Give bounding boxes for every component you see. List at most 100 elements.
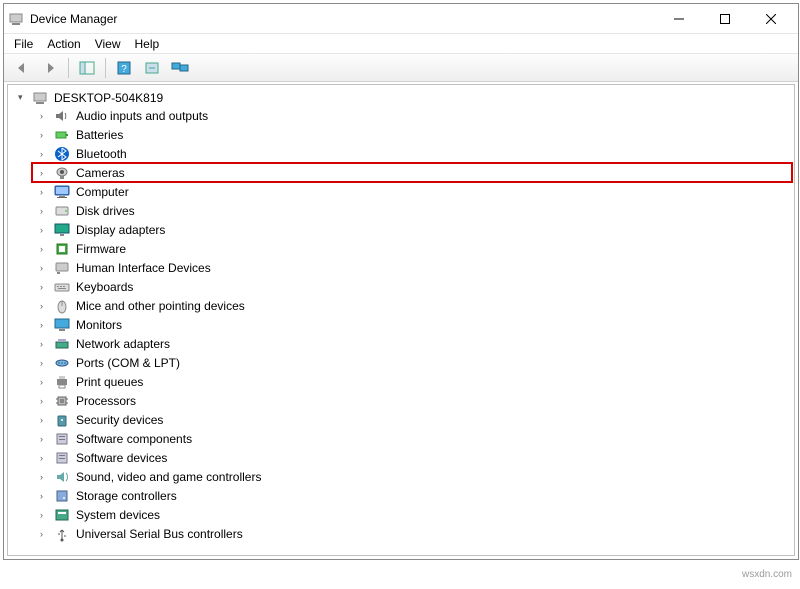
chevron-right-icon[interactable]: › xyxy=(40,168,50,178)
devices-monitor-button[interactable] xyxy=(168,57,192,79)
tree-item-printqueues[interactable]: › Print queues xyxy=(32,372,792,391)
chevron-right-icon[interactable]: › xyxy=(40,396,50,406)
tree-item-label: Processors xyxy=(74,394,136,408)
mouse-icon xyxy=(54,298,70,314)
menu-file[interactable]: File xyxy=(14,37,33,51)
chevron-right-icon[interactable]: › xyxy=(40,282,50,292)
tree-item-computer[interactable]: ›Computer xyxy=(32,182,792,201)
tree-item-sysdev[interactable]: › System devices xyxy=(32,505,792,524)
minimize-button[interactable] xyxy=(656,5,702,33)
back-button[interactable] xyxy=(10,57,34,79)
chevron-right-icon[interactable]: › xyxy=(40,491,50,501)
software-icon xyxy=(54,450,70,466)
chevron-right-icon[interactable]: › xyxy=(40,358,50,368)
chevron-right-icon[interactable]: › xyxy=(40,225,50,235)
app-icon xyxy=(8,11,24,27)
chevron-right-icon[interactable]: › xyxy=(40,415,50,425)
chevron-right-icon[interactable]: › xyxy=(40,377,50,387)
chevron-right-icon[interactable]: › xyxy=(40,301,50,311)
maximize-button[interactable] xyxy=(702,5,748,33)
tree-item-softdev[interactable]: › Software devices xyxy=(32,448,792,467)
tree-item-disk[interactable]: ›Disk drives xyxy=(32,201,792,220)
close-button[interactable] xyxy=(748,5,794,33)
tree-item-firmware[interactable]: ›Firmware xyxy=(32,239,792,258)
tree-item-ports[interactable]: › Ports (COM & LPT) xyxy=(32,353,792,372)
tree-item-label: Human Interface Devices xyxy=(74,261,211,275)
bluetooth-icon xyxy=(54,146,70,162)
tree-item-keyboards[interactable]: › Keyboards xyxy=(32,277,792,296)
tree-root: ▾ DESKTOP-504K819 ›Audio inputs and outp… xyxy=(10,89,792,543)
chevron-right-icon[interactable]: › xyxy=(40,510,50,520)
toolbar-separator xyxy=(105,58,106,78)
tree-item-display[interactable]: ›Display adapters xyxy=(32,220,792,239)
tree-item-label: System devices xyxy=(74,508,160,522)
chevron-right-icon[interactable]: › xyxy=(40,453,50,463)
tree-item-softcomp[interactable]: › Software components xyxy=(32,429,792,448)
titlebar: Device Manager xyxy=(4,4,798,34)
tree-item-bluetooth[interactable]: › Bluetooth xyxy=(32,144,792,163)
tree-item-usb[interactable]: › Universal Serial Bus controllers xyxy=(32,524,792,543)
scan-hardware-button[interactable] xyxy=(140,57,164,79)
chevron-right-icon[interactable]: › xyxy=(40,111,50,121)
menubar: File Action View Help xyxy=(4,34,798,54)
help-button[interactable]: ? xyxy=(112,57,136,79)
tree-root-row[interactable]: ▾ DESKTOP-504K819 xyxy=(18,89,792,106)
cpu-icon xyxy=(54,393,70,409)
tree-item-processors[interactable]: › Processors xyxy=(32,391,792,410)
computer-icon xyxy=(54,184,70,200)
tree-item-label: Security devices xyxy=(74,413,163,427)
chevron-right-icon[interactable]: › xyxy=(40,472,50,482)
chevron-right-icon[interactable]: › xyxy=(40,320,50,330)
tree-item-cameras[interactable]: ›Cameras xyxy=(32,163,792,182)
tree-item-label: Keyboards xyxy=(74,280,133,294)
chevron-right-icon[interactable]: › xyxy=(40,244,50,254)
camera-icon xyxy=(54,165,70,181)
chevron-right-icon[interactable]: › xyxy=(40,187,50,197)
tree-item-network[interactable]: ›Network adapters xyxy=(32,334,792,353)
battery-icon xyxy=(54,127,70,143)
toolbar: ? xyxy=(4,54,798,82)
sound-icon xyxy=(54,469,70,485)
menu-help[interactable]: Help xyxy=(135,37,160,51)
chevron-right-icon[interactable]: › xyxy=(40,529,50,539)
tree-item-label: Print queues xyxy=(74,375,143,389)
network-icon xyxy=(54,336,70,352)
tree-item-monitors[interactable]: › Monitors xyxy=(32,315,792,334)
device-tree-pane[interactable]: ▾ DESKTOP-504K819 ›Audio inputs and outp… xyxy=(7,84,795,556)
tree-item-label: Storage controllers xyxy=(74,489,177,503)
tree-item-audio[interactable]: ›Audio inputs and outputs xyxy=(32,106,792,125)
tree-item-storage[interactable]: › Storage controllers xyxy=(32,486,792,505)
chevron-right-icon[interactable]: › xyxy=(40,263,50,273)
tree-item-label: Monitors xyxy=(74,318,122,332)
chevron-right-icon[interactable]: › xyxy=(40,434,50,444)
tree-item-batteries[interactable]: › Batteries xyxy=(32,125,792,144)
chevron-right-icon[interactable]: › xyxy=(40,206,50,216)
root-label: DESKTOP-504K819 xyxy=(52,91,163,105)
security-icon xyxy=(54,412,70,428)
tree-item-label: Software devices xyxy=(74,451,167,465)
device-manager-window: Device Manager File Action View Help xyxy=(3,3,799,560)
tree-item-label: Universal Serial Bus controllers xyxy=(74,527,243,541)
menu-action[interactable]: Action xyxy=(47,37,80,51)
printer-icon xyxy=(54,374,70,390)
menu-view[interactable]: View xyxy=(95,37,121,51)
storage-icon xyxy=(54,488,70,504)
svg-text:?: ? xyxy=(121,64,127,75)
tree-item-label: Software components xyxy=(74,432,192,446)
firmware-icon xyxy=(54,241,70,257)
show-hide-console-button[interactable] xyxy=(75,57,99,79)
tree-item-mice[interactable]: ›Mice and other pointing devices xyxy=(32,296,792,315)
chevron-right-icon[interactable]: › xyxy=(40,149,50,159)
chevron-down-icon[interactable]: ▾ xyxy=(18,92,28,103)
tree-item-label: Batteries xyxy=(74,128,123,142)
chevron-right-icon[interactable]: › xyxy=(40,130,50,140)
forward-button[interactable] xyxy=(38,57,62,79)
tree-item-sound[interactable]: ›Sound, video and game controllers xyxy=(32,467,792,486)
chevron-right-icon[interactable]: › xyxy=(40,339,50,349)
tree-item-hid[interactable]: › Human Interface Devices xyxy=(32,258,792,277)
tree-item-security[interactable]: › Security devices xyxy=(32,410,792,429)
tree-item-label: Bluetooth xyxy=(74,147,127,161)
monitor-icon xyxy=(54,317,70,333)
tree-children: ›Audio inputs and outputs›Batteries›Blue… xyxy=(18,106,792,543)
tree-item-label: Ports (COM & LPT) xyxy=(74,356,180,370)
